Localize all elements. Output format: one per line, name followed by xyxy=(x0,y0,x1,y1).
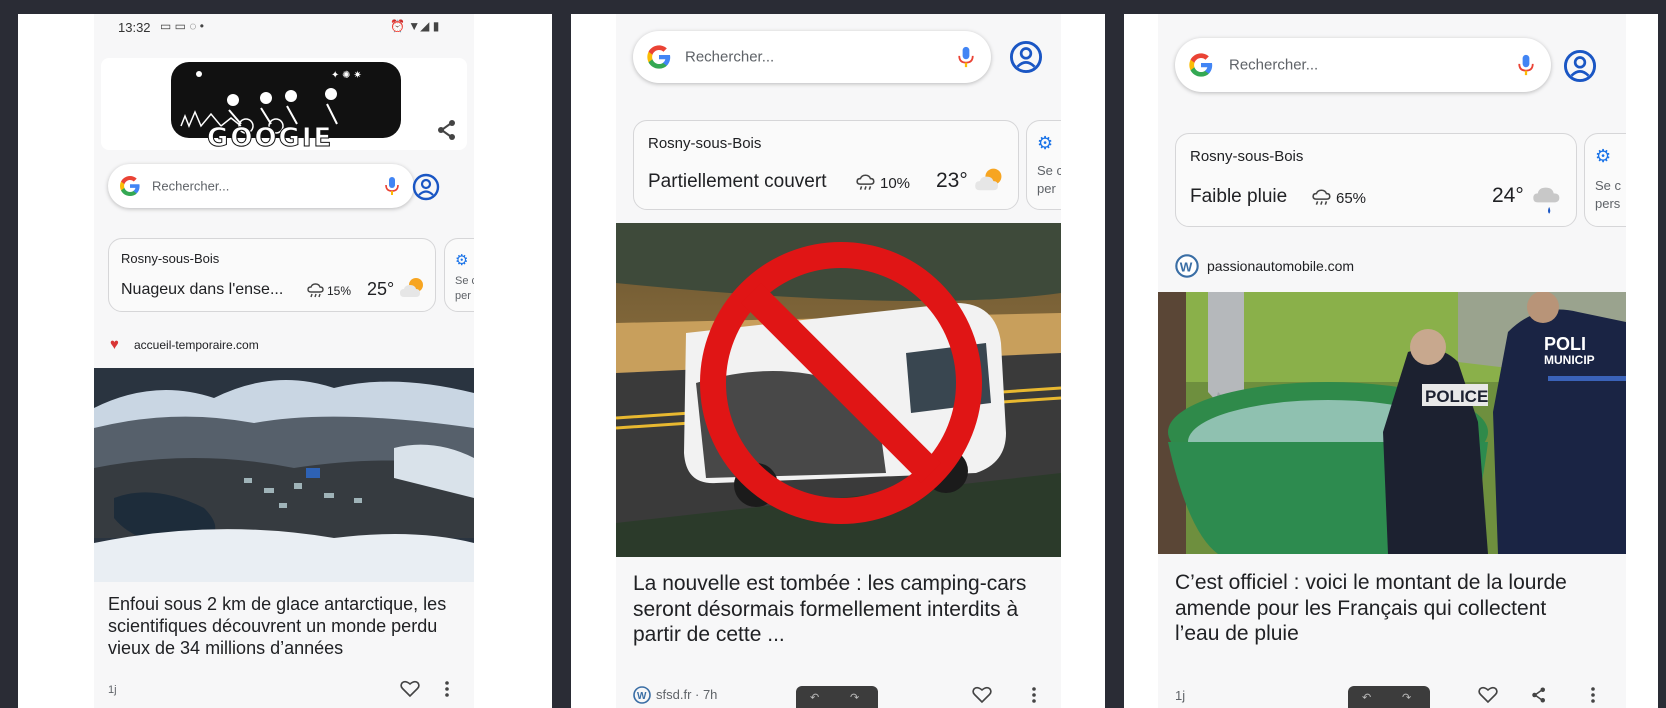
weather-rain-chance: 65% xyxy=(1336,190,1367,207)
article-age: 1j xyxy=(108,684,117,696)
svg-text:W: W xyxy=(1180,259,1193,274)
google-doodle-image[interactable]: ✦ ✺ ✷ GOOGIE xyxy=(171,60,401,148)
svg-text:W: W xyxy=(637,691,647,702)
wordpress-icon: W xyxy=(633,686,651,704)
weather-partly-cloudy-icon xyxy=(400,278,423,297)
weather-card[interactable]: Rosny-sous-Bois Nuageux dans l'ense... 1… xyxy=(108,238,436,312)
account-icon[interactable] xyxy=(412,173,440,201)
article-age: 1j xyxy=(1175,688,1186,703)
heart-source-icon: ♥ xyxy=(110,336,119,353)
mic-icon[interactable] xyxy=(1517,53,1535,77)
article-image[interactable] xyxy=(616,223,1061,557)
more-vert-icon[interactable] xyxy=(1590,686,1596,704)
account-icon[interactable] xyxy=(1563,49,1597,83)
source-name: passionautomobile.com xyxy=(1207,258,1355,274)
weather-card[interactable]: Rosny-sous-Bois Partiellement couvert 10… xyxy=(633,120,1019,210)
weather-card[interactable]: Rosny-sous-Bois Faible pluie 65% 24° xyxy=(1175,133,1577,227)
weather-rain-icon xyxy=(1533,187,1560,214)
rain-cloud-icon xyxy=(1312,189,1331,205)
screenshot-panel-2: Rechercher... Rosny-sous-Bois Partiellem… xyxy=(571,14,1105,708)
weather-condition: Faible pluie xyxy=(1190,186,1288,207)
rain-cloud-icon xyxy=(307,283,324,298)
weather-temperature: 24° xyxy=(1492,184,1524,207)
search-bar[interactable]: Rechercher... xyxy=(633,31,991,83)
settings-gear-icon: ⚙ xyxy=(1037,133,1054,153)
account-icon[interactable] xyxy=(1009,40,1043,74)
search-bar[interactable]: Rechercher... xyxy=(108,164,414,208)
phone-screen: Rechercher... Rosny-sous-Bois Partiellem… xyxy=(616,14,1061,708)
google-logo-icon xyxy=(647,45,671,69)
settings-gear-icon: ⚙ xyxy=(1595,146,1612,166)
weather-rain-chance: 10% xyxy=(880,175,911,192)
weather-settings-card[interactable]: ⚙ Se c pers xyxy=(1584,133,1626,227)
share-icon[interactable] xyxy=(1530,686,1548,704)
mic-icon[interactable] xyxy=(384,176,400,196)
google-logo-icon xyxy=(120,176,140,196)
weather-condition: Partiellement couvert xyxy=(648,171,827,192)
phone-screen: Rechercher... Rosny-sous-Bois Faible plu… xyxy=(1158,14,1626,708)
weather-rain-chance: 15% xyxy=(327,284,352,298)
settings-text-1: Se c xyxy=(1037,163,1061,178)
weather-condition: Nuageux dans l'ense... xyxy=(121,281,284,298)
article-source[interactable]: W passionautomobile.com xyxy=(1175,254,1555,278)
police-municipale-text-1: POLI xyxy=(1544,334,1586,354)
article-image[interactable]: POLICE POLI MUNICIP xyxy=(1158,292,1626,554)
article-headline[interactable]: Enfoui sous 2 km de glace antarctique, l… xyxy=(108,594,458,660)
status-bar: 13:32 ▭ ▭ ◌ • ⏰ ▼◢ ▮ xyxy=(94,14,474,42)
status-icons: ⏰ ▼◢ ▮ xyxy=(390,19,440,33)
article-meta: sfsd.fr · 7h xyxy=(656,687,718,702)
more-vert-icon[interactable] xyxy=(444,680,450,698)
weather-settings-card[interactable]: ⚙ Se c per xyxy=(444,238,474,312)
status-time: 13:32 xyxy=(118,20,151,35)
article-image[interactable] xyxy=(94,368,474,582)
settings-text-1: Se c xyxy=(455,275,474,287)
heart-icon[interactable] xyxy=(972,686,992,704)
more-vert-icon[interactable] xyxy=(1031,686,1037,704)
settings-text-2: pers xyxy=(1595,196,1621,211)
search-bar[interactable]: Rechercher... xyxy=(1175,38,1551,92)
article-headline[interactable]: La nouvelle est tombée : les camping-car… xyxy=(633,571,1045,648)
article-source[interactable]: ♥ accueil-temporaire.com xyxy=(110,336,410,356)
heart-icon[interactable] xyxy=(400,680,420,698)
police-label-text: POLICE xyxy=(1425,387,1488,406)
weather-settings-card[interactable]: ⚙ Se c per xyxy=(1026,120,1061,210)
article-headline[interactable]: C’est officiel : voici le montant de la … xyxy=(1175,570,1595,647)
mic-icon[interactable] xyxy=(957,45,975,69)
weather-city: Rosny-sous-Bois xyxy=(121,251,220,266)
notification-icon: ▭ ▭ ◌ • xyxy=(160,19,205,33)
svg-text:GOOGIE: GOOGIE xyxy=(207,123,333,148)
police-municipale-text-2: MUNICIP xyxy=(1544,353,1595,367)
screenshot-panel-1: 13:32 ▭ ▭ ◌ • ⏰ ▼◢ ▮ ✦ ✺ ✷ GOOGIE Recher… xyxy=(18,14,552,708)
gesture-nav-pill[interactable]: ↶ ↷ xyxy=(796,686,878,708)
source-name: accueil-temporaire.com xyxy=(134,338,259,352)
settings-gear-icon: ⚙ xyxy=(455,252,469,269)
weather-partly-cloudy-icon xyxy=(975,168,1002,191)
settings-text-1: Se c xyxy=(1595,178,1622,193)
search-input[interactable]: Rechercher... xyxy=(152,179,229,194)
gesture-nav-pill[interactable]: ↶ ↷ xyxy=(1348,686,1430,708)
weather-temperature: 23° xyxy=(936,169,968,192)
weather-city: Rosny-sous-Bois xyxy=(1190,148,1304,165)
settings-text-2: per xyxy=(1037,181,1056,196)
settings-text-2: per xyxy=(455,290,471,302)
phone-screen: 13:32 ▭ ▭ ◌ • ⏰ ▼◢ ▮ ✦ ✺ ✷ GOOGIE Recher… xyxy=(94,14,474,708)
weather-city: Rosny-sous-Bois xyxy=(648,135,762,152)
google-logo-icon xyxy=(1189,53,1213,77)
wordpress-icon: W xyxy=(1175,254,1199,278)
weather-temperature: 25° xyxy=(367,279,395,299)
screenshot-panel-3: Rechercher... Rosny-sous-Bois Faible plu… xyxy=(1124,14,1658,708)
google-doodle-card[interactable]: ✦ ✺ ✷ GOOGIE xyxy=(101,58,467,150)
heart-icon[interactable] xyxy=(1478,686,1498,704)
rain-cloud-icon xyxy=(856,174,875,190)
search-input[interactable]: Rechercher... xyxy=(685,49,774,66)
svg-text:✦ ✺ ✷: ✦ ✺ ✷ xyxy=(331,70,362,81)
share-icon[interactable] xyxy=(435,118,459,142)
search-input[interactable]: Rechercher... xyxy=(1229,57,1318,74)
